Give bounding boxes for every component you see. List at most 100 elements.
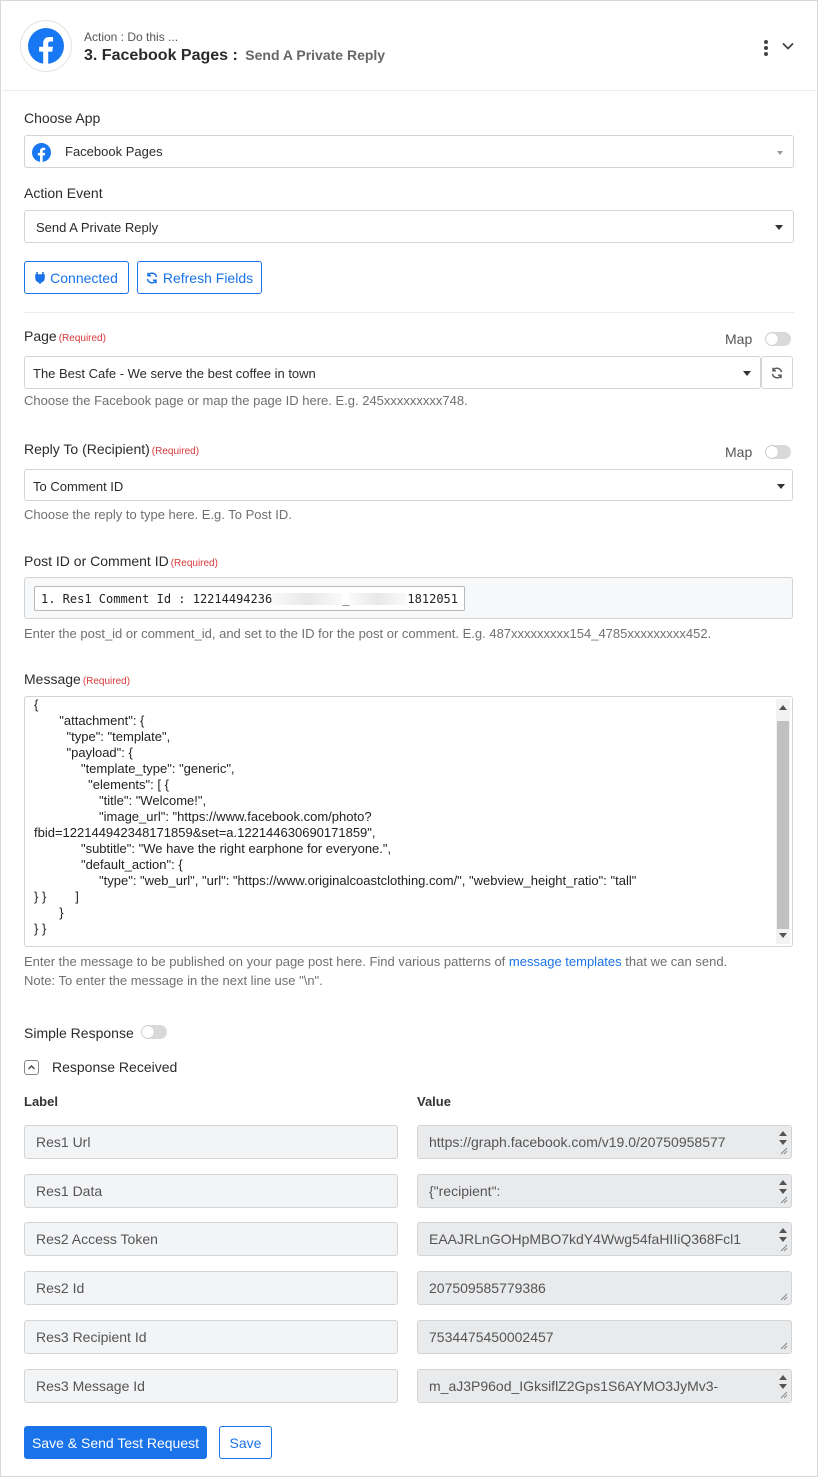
message-label: Message (Required) [24,671,130,687]
message-scrollbar[interactable] [776,699,790,944]
resize-grip-icon[interactable] [780,1391,788,1399]
page-select[interactable]: The Best Cafe - We serve the best coffee… [24,356,761,389]
page-label: Page (Required) [24,328,106,344]
page-select-value: The Best Cafe - We serve the best coffee… [33,366,316,381]
post-id-label: Post ID or Comment ID (Required) [24,553,218,569]
response-value-cell[interactable]: m_aJ3P96od_IGksiflZ2Gps1S6AYMO3JyMv3- [417,1369,792,1403]
value-column-header: Value [417,1094,451,1109]
spinner-arrows-icon[interactable] [779,1226,787,1246]
message-help-prefix: Enter the message to be published on you… [24,954,509,969]
response-label-cell: Res1 Url [24,1125,398,1159]
action-event-select[interactable]: Send A Private Reply [24,210,794,243]
more-options-icon[interactable] [760,38,772,58]
redacted-region [272,592,343,605]
action-event-label: Action Event [24,185,103,201]
reply-to-map-toggle[interactable] [765,445,791,459]
caret-down-icon [777,151,783,155]
chip-prefix: 1. Res1 Comment Id : 12214494236 [41,591,273,606]
refresh-fields-label: Refresh Fields [162,269,254,286]
page-map-toggle[interactable] [765,332,791,346]
chip-suffix: 1812051 [407,591,458,606]
response-value-text: EAAJRLnGOHpMBO7kdY4Wwg54faHIIiQ368Fcl1 [429,1231,742,1247]
refresh-icon [771,367,783,378]
save-and-send-test-button[interactable]: Save & Send Test Request [24,1426,207,1459]
response-value-cell[interactable]: https://graph.facebook.com/v19.0/2075095… [417,1125,792,1159]
app-logo [20,20,72,72]
response-label-cell: Res2 Id [24,1271,398,1305]
reply-to-select[interactable]: To Comment ID [24,469,793,501]
choose-app-select[interactable]: Facebook Pages [24,135,794,168]
required-badge: (Required) [151,446,200,457]
response-value-text: https://graph.facebook.com/v19.0/2075095… [429,1134,726,1150]
chip-mid: _ [342,591,350,606]
connected-button[interactable]: Connected [24,261,129,294]
post-id-help-text: Enter the post_id or comment_id, and set… [24,626,712,641]
required-badge: (Required) [170,558,218,569]
resize-grip-icon[interactable] [780,1293,788,1301]
chevron-down-icon[interactable] [780,38,796,54]
refresh-fields-button[interactable]: Refresh Fields [137,261,262,294]
chevron-up-icon [28,1065,35,1070]
choose-app-value: Facebook Pages [65,144,163,159]
response-value-text: {"recipient": [429,1183,501,1199]
page-label-text: Page [24,328,57,344]
required-badge: (Required) [82,676,131,687]
spinner-arrows-icon[interactable] [779,1178,787,1198]
response-label-cell: Res2 Access Token [24,1222,398,1256]
message-textarea[interactable]: { "attachment": { "type": "template", "p… [24,696,793,947]
message-label-text: Message [24,671,81,687]
post-id-label-text: Post ID or Comment ID [24,553,169,569]
map-label: Map [725,444,753,460]
spinner-arrows-icon[interactable] [779,1373,787,1393]
response-received-label: Response Received [52,1059,178,1075]
mapped-field-chip[interactable]: 1. Res1 Comment Id : 12214494236 _ 1812051 [34,586,465,611]
page-help-text: Choose the Facebook page or map the page… [24,393,468,408]
scroll-down-icon[interactable] [779,933,787,938]
label-column-header: Label [24,1094,58,1109]
response-value-text: 7534475450002457 [429,1329,554,1345]
resize-grip-icon[interactable] [780,1147,788,1155]
page-refresh-button[interactable] [761,356,793,389]
caret-down-icon [743,371,751,376]
facebook-icon [28,28,64,64]
required-badge: (Required) [58,333,106,344]
resize-grip-icon[interactable] [780,1196,788,1204]
facebook-icon [32,143,51,162]
simple-response-toggle[interactable] [141,1025,167,1039]
caret-down-icon [775,225,783,230]
message-body: { "attachment": { "type": "template", "p… [34,697,637,936]
save-button[interactable]: Save [219,1426,272,1459]
step-subtitle: Action : Do this ... [84,30,179,44]
step-header[interactable]: Action : Do this ... 3. Facebook Pages :… [2,2,818,91]
response-label-cell: Res1 Data [24,1174,398,1208]
connected-label: Connected [50,269,118,286]
spinner-arrows-icon[interactable] [779,1129,787,1149]
refresh-icon [146,271,158,284]
reply-to-label: Reply To (Recipient) (Required) [24,441,199,457]
plug-icon [35,271,45,284]
post-id-input[interactable]: 1. Res1 Comment Id : 12214494236 _ 1812051 [24,577,793,619]
action-event-value: Send A Private Reply [36,220,159,235]
reply-to-help-text: Choose the reply to type here. E.g. To P… [24,507,292,522]
collapse-toggle[interactable] [24,1060,39,1075]
resize-grip-icon[interactable] [780,1244,788,1252]
response-label-cell: Res3 Recipient Id [24,1320,398,1354]
response-value-cell[interactable]: 207509585779386 [417,1271,792,1305]
map-label: Map [725,331,753,347]
reply-to-value: To Comment ID [33,479,124,494]
response-value-cell[interactable]: {"recipient": [417,1174,792,1208]
scroll-thumb[interactable] [777,721,789,929]
resize-grip-icon[interactable] [780,1342,788,1350]
response-label-cell: Res3 Message Id [24,1369,398,1403]
message-help-note: Note: To enter the message in the next l… [24,973,323,988]
response-value-cell[interactable]: 7534475450002457 [417,1320,792,1354]
response-value-cell[interactable]: EAAJRLnGOHpMBO7kdY4Wwg54faHIIiQ368Fcl1 [417,1222,792,1256]
caret-down-icon [777,484,785,489]
scroll-up-icon[interactable] [779,705,787,710]
reply-to-label-text: Reply To (Recipient) [24,441,150,457]
response-value-text: m_aJ3P96od_IGksiflZ2Gps1S6AYMO3JyMv3- [429,1378,719,1394]
message-templates-link[interactable]: message templates [509,954,622,969]
section-divider [24,312,794,313]
step-event-name: Send A Private Reply [245,47,386,63]
message-help-suffix: that we can send. [621,954,728,969]
